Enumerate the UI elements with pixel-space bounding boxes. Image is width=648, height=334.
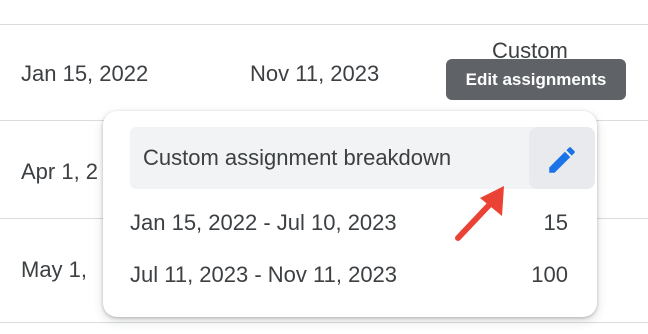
row-divider <box>0 24 648 25</box>
popover-title: Custom assignment breakdown <box>143 145 452 170</box>
breakdown-count: 100 <box>531 262 568 287</box>
row-1-start-date: Jan 15, 2022 <box>21 61 149 86</box>
breakdown-date-range: Jan 15, 2022 - Jul 10, 2023 <box>130 210 397 235</box>
edit-assignments-button[interactable] <box>529 127 595 189</box>
row-2-start-date: Apr 1, 2 <box>21 159 99 184</box>
breakdown-count: 15 <box>543 210 568 235</box>
row-divider <box>0 322 648 323</box>
annotation-arrow-icon <box>455 186 504 241</box>
custom-assignment-popover: Custom assignment breakdown Jan 15, 2022… <box>103 111 597 317</box>
row-1-end-date: Nov 11, 2023 <box>250 61 380 86</box>
breakdown-date-range: Jul 11, 2023 - Nov 11, 2023 <box>130 262 398 287</box>
edit-assignments-tooltip: Edit assignments <box>446 59 626 100</box>
row-3-start-date: May 1, <box>21 257 88 282</box>
pencil-icon <box>549 147 575 173</box>
